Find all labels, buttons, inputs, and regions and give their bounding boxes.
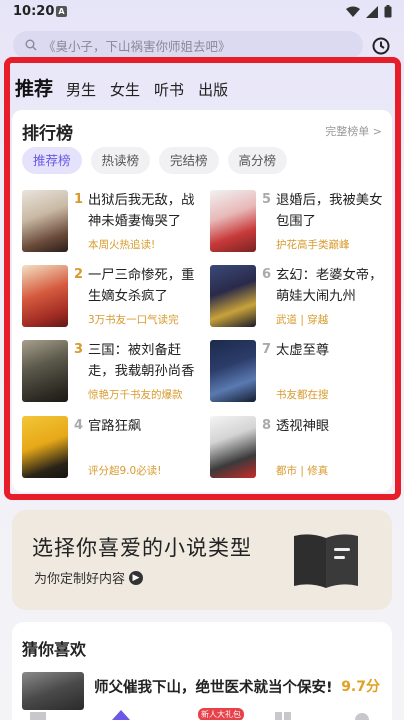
book-cover: [210, 190, 256, 252]
ranking-book[interactable]: 1 出狱后我无敌，战神未婚妻悔哭了 本周火热追读!: [22, 190, 202, 256]
book-cover: [210, 416, 256, 478]
book-cover: [210, 340, 256, 402]
book-cover: [22, 190, 68, 252]
book-cover: [210, 265, 256, 327]
genre-banner-subtitle: 为你定制好内容: [34, 572, 126, 587]
genre-banner-subtitle-row: 为你定制好内容 ▶: [34, 568, 144, 587]
guess-book-score: 9.7分: [341, 679, 380, 695]
ranking-card: 排行榜 完整榜单 > 推荐榜 热读榜 完结榜 高分榜 1 出狱后我无敌，战神未婚…: [12, 110, 392, 492]
status-bar: 10:20 A: [0, 0, 404, 26]
bookshelf-icon[interactable]: [30, 712, 46, 720]
clock-icon: [372, 37, 390, 55]
category-icon[interactable]: [275, 712, 291, 720]
ranking-title: 排行榜: [22, 124, 73, 144]
book-subtitle: 书友都在搜: [276, 389, 329, 401]
search-placeholder: 《臭小子，下山祸害你师姐去吧》: [43, 38, 231, 54]
book-subtitle: 护花高手类巅峰: [276, 239, 350, 251]
chip-hot[interactable]: 热读榜: [90, 147, 151, 174]
ranking-book[interactable]: 2 一尸三命惨死，重生嫡女杀疯了 3万书友一口气读完: [22, 265, 202, 331]
rank-number: 8: [262, 418, 272, 433]
chip-finished[interactable]: 完结榜: [159, 147, 219, 174]
genre-banner-title: 选择你喜爱的小说类型: [32, 536, 252, 560]
genre-banner[interactable]: 选择你喜爱的小说类型 为你定制好内容 ▶: [12, 510, 392, 610]
new-user-gift-badge[interactable]: 新人大礼包: [198, 708, 244, 720]
rank-number: 1: [74, 192, 84, 207]
tab-audio[interactable]: 听书: [154, 79, 184, 100]
book-subtitle: 3万书友一口气读完: [88, 314, 179, 326]
book-title: 太虚至尊: [276, 343, 330, 358]
book-subtitle: 都市 | 修真: [276, 465, 329, 477]
ranking-book[interactable]: 3 三国：被刘备赶走，我载朝孙尚香 惊艳万千书友的爆款: [22, 340, 202, 406]
guess-book-title[interactable]: 师父催我下山，绝世医术就当个保安!: [94, 676, 333, 697]
notification-icon: A: [56, 6, 67, 17]
full-ranking-link[interactable]: 完整榜单 >: [325, 123, 382, 139]
chip-recommend[interactable]: 推荐榜: [22, 147, 82, 174]
search-input[interactable]: 《臭小子，下山祸害你师姐去吧》: [13, 31, 363, 59]
rank-number: 3: [74, 342, 84, 357]
book-subtitle: 本周火热追读!: [88, 239, 156, 251]
guess-title: 猜你喜欢: [22, 640, 87, 659]
book-subtitle: 武道 | 穿越: [276, 314, 329, 326]
arrow-right-icon: ▶: [129, 570, 144, 585]
rank-number: 5: [262, 192, 272, 207]
book-cover: [22, 265, 68, 327]
ranking-book[interactable]: 7 太虚至尊 书友都在搜: [210, 340, 390, 406]
tab-female[interactable]: 女生: [110, 79, 140, 100]
book-cover: [22, 340, 68, 402]
book-title: 玄幻：老婆女帝，萌娃大闹九州: [276, 268, 383, 304]
tab-publish[interactable]: 出版: [198, 79, 228, 100]
top-tabs: 推荐 男生 女生 听书 出版: [15, 74, 242, 101]
book-title: 一尸三命惨死，重生嫡女杀疯了: [88, 268, 195, 304]
rank-number: 2: [74, 267, 84, 282]
chip-top-rated[interactable]: 高分榜: [227, 147, 288, 174]
book-title: 透视神眼: [276, 419, 330, 434]
signal-icon: [366, 5, 378, 18]
rank-number: 7: [262, 342, 272, 357]
ranking-chips: 推荐榜 热读榜 完结榜 高分榜: [22, 147, 288, 174]
ranking-book[interactable]: 8 透视神眼 都市 | 修真: [210, 416, 390, 482]
tab-recommend[interactable]: 推荐: [15, 74, 53, 101]
book-title: 出狱后我无敌，战神未婚妻悔哭了: [88, 193, 195, 229]
rank-number: 4: [74, 418, 84, 433]
search-icon: [25, 39, 37, 51]
rank-number: 6: [262, 267, 272, 282]
tab-male[interactable]: 男生: [66, 79, 96, 100]
book-cover[interactable]: [22, 672, 84, 710]
book-subtitle: 惊艳万千书友的爆款: [88, 389, 183, 401]
ranking-book[interactable]: 6 玄幻：老婆女帝，萌娃大闹九州 武道 | 穿越: [210, 265, 390, 331]
book-subtitle: 评分超9.0必读!: [88, 465, 162, 477]
ranking-book[interactable]: 4 官路狂飙 评分超9.0必读!: [22, 416, 202, 482]
book-icon: [294, 534, 358, 588]
store-icon[interactable]: [112, 710, 130, 720]
profile-icon[interactable]: [355, 712, 369, 720]
status-time: 10:20: [13, 4, 55, 19]
book-title: 三国：被刘备赶走，我载朝孙尚香: [88, 343, 195, 379]
book-cover: [22, 416, 68, 478]
ranking-book[interactable]: 5 退婚后，我被美女包围了 护花高手类巅峰: [210, 190, 390, 256]
book-title: 官路狂飙: [88, 419, 142, 434]
wifi-icon: [346, 6, 360, 17]
book-title: 退婚后，我被美女包围了: [276, 193, 383, 229]
battery-icon: [384, 5, 392, 18]
